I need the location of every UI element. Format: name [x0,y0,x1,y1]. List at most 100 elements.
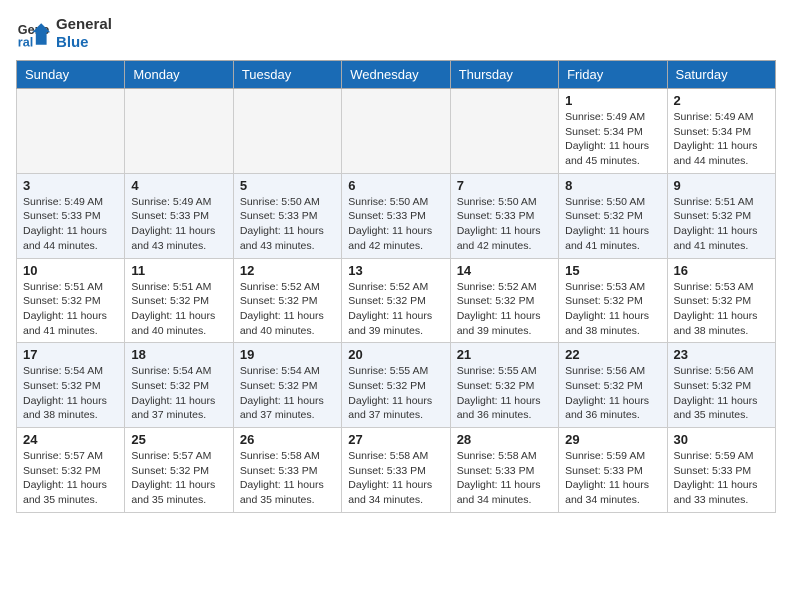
logo-line1: General [56,16,112,34]
calendar-cell: 22 Sunrise: 5:56 AMSunset: 5:32 PMDayligh… [559,343,667,428]
day-info: Sunrise: 5:57 AMSunset: 5:32 PMDaylight:… [131,449,226,508]
day-info: Sunrise: 5:54 AMSunset: 5:32 PMDaylight:… [131,364,226,423]
calendar-cell: 24 Sunrise: 5:57 AMSunset: 5:32 PMDayligh… [17,428,125,513]
calendar-cell: 16 Sunrise: 5:53 AMSunset: 5:32 PMDayligh… [667,258,775,343]
day-number: 20 [348,347,443,362]
header-sunday: Sunday [17,61,125,89]
day-info: Sunrise: 5:57 AMSunset: 5:32 PMDaylight:… [23,449,118,508]
header-friday: Friday [559,61,667,89]
calendar-cell: 11Sunrise: 5:51 AMSunset: 5:32 PMDayligh… [125,258,233,343]
calendar: SundayMondayTuesdayWednesdayThursdayFrid… [16,60,776,513]
day-info: Sunrise: 5:53 AMSunset: 5:32 PMDaylight:… [565,280,660,339]
day-number: 2 [674,93,769,108]
day-number: 19 [240,347,335,362]
calendar-cell: 18 Sunrise: 5:54 AMSunset: 5:32 PMDayligh… [125,343,233,428]
day-number: 24 [23,432,118,447]
day-info: Sunrise: 5:51 AMSunset: 5:32 PMDaylight:… [23,280,118,339]
header-tuesday: Tuesday [233,61,341,89]
day-info: Sunrise: 5:49 AMSunset: 5:34 PMDaylight:… [674,110,769,169]
header-monday: Monday [125,61,233,89]
logo-icon: Gene ral [16,16,52,52]
day-number: 18 [131,347,226,362]
calendar-cell: 6Sunrise: 5:50 AMSunset: 5:33 PMDaylight… [342,173,450,258]
day-info: Sunrise: 5:52 AMSunset: 5:32 PMDaylight:… [457,280,552,339]
day-info: Sunrise: 5:54 AMSunset: 5:32 PMDaylight:… [240,364,335,423]
calendar-cell: 2 Sunrise: 5:49 AMSunset: 5:34 PMDaylight… [667,89,775,174]
day-number: 17 [23,347,118,362]
day-info: Sunrise: 5:50 AMSunset: 5:33 PMDaylight:… [240,195,335,254]
day-number: 5 [240,178,335,193]
day-number: 29 [565,432,660,447]
day-number: 21 [457,347,552,362]
day-number: 16 [674,263,769,278]
calendar-header-row: SundayMondayTuesdayWednesdayThursdayFrid… [17,61,776,89]
day-number: 28 [457,432,552,447]
day-number: 8 [565,178,660,193]
day-number: 22 [565,347,660,362]
calendar-cell [342,89,450,174]
day-info: Sunrise: 5:56 AMSunset: 5:32 PMDaylight:… [565,364,660,423]
day-info: Sunrise: 5:58 AMSunset: 5:33 PMDaylight:… [457,449,552,508]
svg-text:ral: ral [18,36,33,50]
calendar-cell: 13Sunrise: 5:52 AMSunset: 5:32 PMDayligh… [342,258,450,343]
day-info: Sunrise: 5:58 AMSunset: 5:33 PMDaylight:… [348,449,443,508]
day-info: Sunrise: 5:49 AMSunset: 5:33 PMDaylight:… [23,195,118,254]
calendar-cell: 12 Sunrise: 5:52 AMSunset: 5:32 PMDayligh… [233,258,341,343]
calendar-cell: 26 Sunrise: 5:58 AMSunset: 5:33 PMDayligh… [233,428,341,513]
day-info: Sunrise: 5:59 AMSunset: 5:33 PMDaylight:… [674,449,769,508]
day-info: Sunrise: 5:49 AMSunset: 5:33 PMDaylight:… [131,195,226,254]
day-info: Sunrise: 5:55 AMSunset: 5:32 PMDaylight:… [348,364,443,423]
day-number: 26 [240,432,335,447]
calendar-cell [450,89,558,174]
calendar-cell [17,89,125,174]
calendar-cell [233,89,341,174]
day-info: Sunrise: 5:51 AMSunset: 5:32 PMDaylight:… [674,195,769,254]
calendar-cell: 14 Sunrise: 5:52 AMSunset: 5:32 PMDayligh… [450,258,558,343]
calendar-cell: 7Sunrise: 5:50 AMSunset: 5:33 PMDaylight… [450,173,558,258]
day-number: 12 [240,263,335,278]
day-number: 14 [457,263,552,278]
day-info: Sunrise: 5:58 AMSunset: 5:33 PMDaylight:… [240,449,335,508]
day-info: Sunrise: 5:52 AMSunset: 5:32 PMDaylight:… [348,280,443,339]
calendar-cell: 27 Sunrise: 5:58 AMSunset: 5:33 PMDayligh… [342,428,450,513]
day-number: 7 [457,178,552,193]
calendar-cell: 30 Sunrise: 5:59 AMSunset: 5:33 PMDayligh… [667,428,775,513]
day-info: Sunrise: 5:51 AMSunset: 5:32 PMDaylight:… [131,280,226,339]
calendar-cell: 21 Sunrise: 5:55 AMSunset: 5:32 PMDayligh… [450,343,558,428]
day-number: 9 [674,178,769,193]
day-info: Sunrise: 5:52 AMSunset: 5:32 PMDaylight:… [240,280,335,339]
day-info: Sunrise: 5:50 AMSunset: 5:32 PMDaylight:… [565,195,660,254]
day-number: 27 [348,432,443,447]
day-info: Sunrise: 5:54 AMSunset: 5:32 PMDaylight:… [23,364,118,423]
calendar-cell: 17 Sunrise: 5:54 AMSunset: 5:32 PMDayligh… [17,343,125,428]
calendar-cell: 28 Sunrise: 5:58 AMSunset: 5:33 PMDayligh… [450,428,558,513]
week-row-3: 10Sunrise: 5:51 AMSunset: 5:32 PMDayligh… [17,258,776,343]
calendar-cell: 25 Sunrise: 5:57 AMSunset: 5:32 PMDayligh… [125,428,233,513]
calendar-cell: 9 Sunrise: 5:51 AMSunset: 5:32 PMDaylight… [667,173,775,258]
week-row-4: 17 Sunrise: 5:54 AMSunset: 5:32 PMDayligh… [17,343,776,428]
calendar-cell: 1Sunrise: 5:49 AMSunset: 5:34 PMDaylight… [559,89,667,174]
day-number: 30 [674,432,769,447]
calendar-cell: 5 Sunrise: 5:50 AMSunset: 5:33 PMDaylight… [233,173,341,258]
calendar-cell: 19 Sunrise: 5:54 AMSunset: 5:32 PMDayligh… [233,343,341,428]
week-row-1: 1Sunrise: 5:49 AMSunset: 5:34 PMDaylight… [17,89,776,174]
day-info: Sunrise: 5:55 AMSunset: 5:32 PMDaylight:… [457,364,552,423]
day-number: 15 [565,263,660,278]
day-number: 4 [131,178,226,193]
day-info: Sunrise: 5:59 AMSunset: 5:33 PMDaylight:… [565,449,660,508]
header-saturday: Saturday [667,61,775,89]
day-info: Sunrise: 5:53 AMSunset: 5:32 PMDaylight:… [674,280,769,339]
calendar-cell: 3Sunrise: 5:49 AMSunset: 5:33 PMDaylight… [17,173,125,258]
day-info: Sunrise: 5:49 AMSunset: 5:34 PMDaylight:… [565,110,660,169]
week-row-2: 3Sunrise: 5:49 AMSunset: 5:33 PMDaylight… [17,173,776,258]
calendar-cell [125,89,233,174]
calendar-cell: 20 Sunrise: 5:55 AMSunset: 5:32 PMDayligh… [342,343,450,428]
logo-line2: Blue [56,34,112,52]
calendar-cell: 10Sunrise: 5:51 AMSunset: 5:32 PMDayligh… [17,258,125,343]
logo: Gene ral General Blue [16,16,112,52]
day-number: 6 [348,178,443,193]
calendar-cell: 8 Sunrise: 5:50 AMSunset: 5:32 PMDaylight… [559,173,667,258]
header-thursday: Thursday [450,61,558,89]
day-number: 25 [131,432,226,447]
day-info: Sunrise: 5:56 AMSunset: 5:32 PMDaylight:… [674,364,769,423]
